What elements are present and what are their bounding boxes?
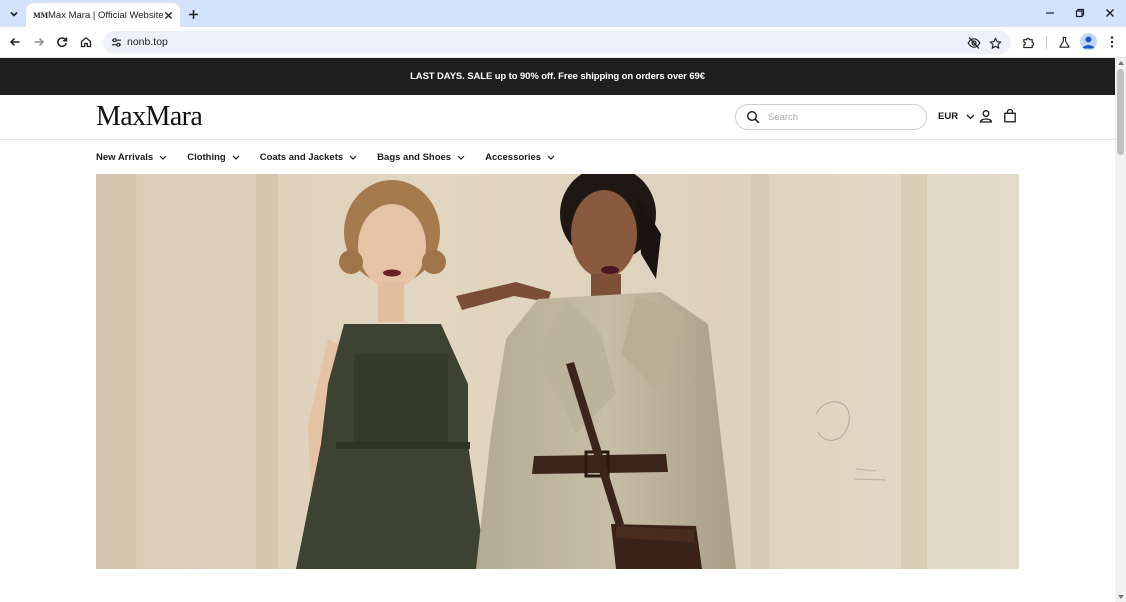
restore-icon [1075,8,1085,18]
shopping-bag-button[interactable] [1002,108,1018,124]
reload-button[interactable] [52,32,72,52]
favicon: MM [33,10,48,20]
site-logo[interactable]: MaxMara [96,101,203,133]
address-bar[interactable]: nonb.top [103,31,1011,54]
currency-label: EUR [938,111,959,122]
close-icon [1106,9,1114,17]
reload-icon [57,37,68,48]
chevron-down-icon [159,155,167,160]
hero-banner-image[interactable] [96,174,1019,569]
site-header: MaxMara EUR [0,95,1115,140]
tab-title: Max Mara | Official Website [48,9,164,21]
flask-icon [1058,36,1070,48]
close-icon [164,11,172,19]
scroll-up-button[interactable] [1115,58,1126,68]
browser-tab-active[interactable]: MM Max Mara | Official Website [26,3,180,27]
puzzle-icon [1022,37,1034,48]
nav-item-label: Coats and Jackets [259,151,344,163]
caret-down-icon [1117,595,1124,599]
nav-item-label: Clothing [187,151,226,163]
user-icon [979,110,993,123]
profile-button[interactable] [1080,33,1097,50]
home-button[interactable] [76,32,96,52]
browser-toolbar: nonb.top [0,27,1126,58]
chevron-down-icon [457,155,465,160]
nav-item-coats-and-jackets[interactable]: Coats and Jackets [260,152,357,163]
chevron-down-icon [232,155,240,160]
address-url[interactable]: nonb.top [127,36,168,48]
extensions-button[interactable] [1019,33,1037,51]
home-icon [80,36,92,48]
nav-item-label: Bags and Shoes [377,151,452,163]
kebab-menu-icon [1110,36,1114,48]
shopping-bag-icon [1004,109,1016,123]
promo-text: LAST DAYS. SALE up to 90% off. Free ship… [410,71,705,82]
minimize-icon [1046,12,1054,14]
toolbar-separator [1046,36,1047,49]
search-icon [746,110,760,124]
tab-close-button[interactable] [161,8,175,22]
scrollbar-thumb[interactable] [1117,69,1124,155]
chevron-down-icon [547,155,555,160]
promo-banner[interactable]: LAST DAYS. SALE up to 90% off. Free ship… [0,58,1115,95]
tracking-protection-button[interactable] [966,35,982,51]
chevron-down-icon [10,11,18,17]
close-window-button[interactable] [1098,4,1122,22]
nav-item-label: Accessories [485,151,542,163]
nav-item-accessories[interactable]: Accessories [485,152,555,163]
minimize-button[interactable] [1038,4,1062,22]
labs-button[interactable] [1055,33,1073,51]
browser-menu-button[interactable] [1103,33,1121,51]
page-scrollbar[interactable] [1115,58,1126,602]
search-input[interactable] [768,109,918,125]
nav-item-clothing[interactable]: Clothing [187,152,240,163]
star-icon [989,37,1001,49]
caret-up-icon [1117,61,1124,65]
arrow-left-icon [9,37,20,47]
plus-icon [188,9,198,19]
back-button[interactable] [5,32,25,52]
hero-illustration [96,174,1019,569]
restore-button[interactable] [1068,4,1092,22]
forward-button[interactable] [29,32,49,52]
new-tab-button[interactable] [184,5,202,23]
web-page: LAST DAYS. SALE up to 90% off. Free ship… [0,58,1115,602]
chevron-down-icon [349,155,357,160]
eye-off-icon [967,37,981,49]
tune-icon [111,37,121,47]
account-button[interactable] [978,108,994,124]
currency-selector[interactable]: EUR [938,111,975,122]
avatar-icon [1082,36,1095,49]
arrow-right-icon [34,37,45,47]
nav-item-bags-and-shoes[interactable]: Bags and Shoes [377,152,465,163]
main-navigation: New Arrivals Clothing Coats and Jackets … [96,150,575,164]
browser-tab-strip: MM Max Mara | Official Website [0,0,1126,27]
bookmark-button[interactable] [987,35,1003,51]
tab-search-button[interactable] [4,4,24,24]
nav-item-label: New Arrivals [96,151,154,163]
chevron-down-icon [966,114,975,120]
site-info-button[interactable] [109,35,123,49]
search-box[interactable] [735,104,927,130]
nav-item-new-arrivals[interactable]: New Arrivals [96,152,167,163]
scroll-down-button[interactable] [1115,592,1126,602]
